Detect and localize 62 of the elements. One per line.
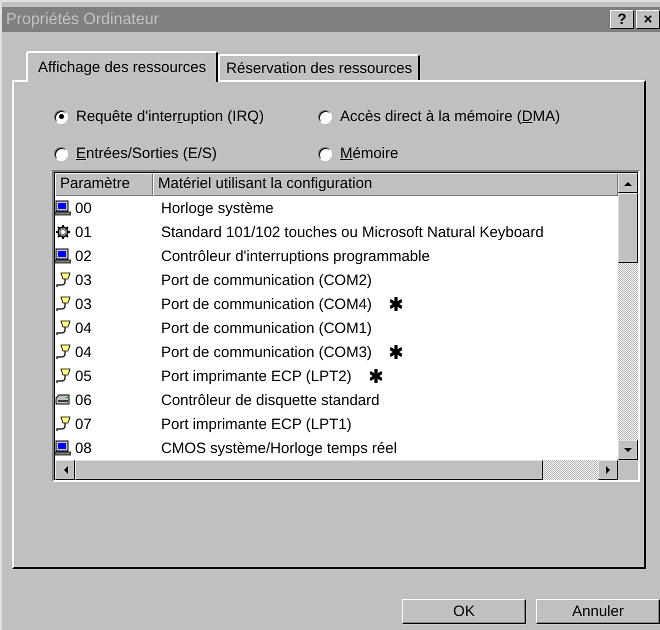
tab[interactable]: Affichage des ressources <box>26 51 218 82</box>
table-cell: Port imprimante ECP (LPT2) <box>161 368 352 384</box>
plug-icon <box>55 296 71 312</box>
table-cell: 00 <box>75 200 92 216</box>
table-cell: Contrôleur d'interruptions programmable <box>161 248 430 264</box>
close-button[interactable]: × <box>636 10 660 29</box>
table-cell: 05 <box>75 368 92 384</box>
radio-option[interactable]: Accès direct à la mémoire (DMA) <box>318 108 634 125</box>
window-title: Propriétés Ordinateur <box>6 10 159 28</box>
computer-icon <box>55 440 71 456</box>
table-cell: 02 <box>75 248 92 264</box>
table-cell: Port de communication (COM2) <box>161 272 372 288</box>
horizontal-scrollbar[interactable] <box>55 460 638 480</box>
radio-button[interactable] <box>318 110 332 124</box>
plug-icon <box>55 416 71 432</box>
table-cell: 04 <box>75 344 92 360</box>
table-cell: 04 <box>75 320 92 336</box>
plug-icon <box>55 368 71 384</box>
radio-button[interactable] <box>54 146 68 160</box>
gear-icon <box>55 224 71 240</box>
table-cell: 03 <box>75 296 92 312</box>
computer-icon <box>55 248 71 264</box>
column-header[interactable]: Paramètre <box>55 173 153 196</box>
tab[interactable]: Réservation des ressources <box>218 54 420 80</box>
down-arrow-icon <box>624 448 632 452</box>
radio-button[interactable] <box>54 110 68 124</box>
scroll-up-button[interactable] <box>618 173 638 193</box>
dialog-button[interactable]: Annuler <box>536 599 660 624</box>
plug-icon <box>55 344 71 360</box>
table-cell: Contrôleur de disquette standard <box>161 392 380 408</box>
plug-icon <box>55 320 71 336</box>
table-cell: Port de communication (COM4) <box>161 296 372 312</box>
radio-button[interactable] <box>318 146 332 160</box>
table-cell: 07 <box>75 416 92 432</box>
plug-icon <box>55 272 71 288</box>
table-cell: 01 <box>75 224 92 240</box>
table-cell: Standard 101/102 touches ou Microsoft Natural Keyboard <box>161 224 544 240</box>
table-cell: 03 <box>75 272 92 288</box>
left-arrow-icon <box>62 466 68 474</box>
table-cell: Port de communication (COM3) <box>161 344 372 360</box>
scroll-thumb[interactable] <box>618 193 638 263</box>
help-button[interactable]: ? <box>610 10 634 29</box>
radio-option[interactable]: Entrées/Sorties (E/S) <box>54 145 318 162</box>
right-arrow-icon <box>606 466 610 474</box>
computer-icon <box>55 200 71 216</box>
table-cell: Port de communication (COM1) <box>161 320 372 336</box>
radio-option[interactable]: Requête d'interruption (IRQ) <box>54 108 318 125</box>
dialog-button[interactable]: OK <box>402 599 526 624</box>
scroll-thumb[interactable] <box>75 460 543 480</box>
scroll-right-button[interactable] <box>598 460 618 480</box>
table-cell: CMOS système/Horloge temps réel <box>161 440 397 456</box>
scroll-down-button[interactable] <box>618 440 638 460</box>
vertical-scrollbar[interactable] <box>618 173 638 460</box>
radio-option[interactable]: Mémoire <box>318 145 634 162</box>
table-cell: 08 <box>75 440 92 456</box>
scrollbar-corner <box>618 460 638 480</box>
table-cell: Horloge système <box>161 200 274 216</box>
table-cell: 06 <box>75 392 92 408</box>
up-arrow-icon <box>624 180 632 186</box>
column-header[interactable]: Matériel utilisant la configuration <box>153 173 618 196</box>
scroll-left-button[interactable] <box>55 460 75 480</box>
table-cell: Port imprimante ECP (LPT1) <box>161 416 352 432</box>
